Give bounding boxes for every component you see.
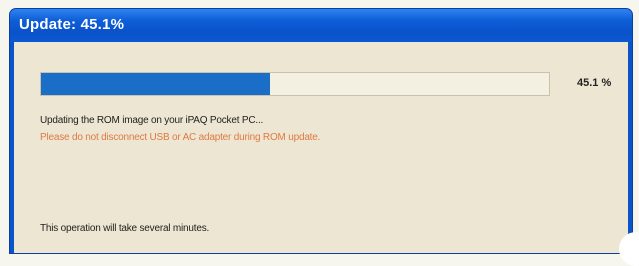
update-dialog: Update: 45.1% 45.1 % Updating the ROM im… bbox=[10, 9, 632, 253]
warning-message: Please do not disconnect USB or AC adapt… bbox=[40, 132, 321, 143]
corner-decoration bbox=[619, 232, 639, 266]
progress-fill bbox=[41, 73, 271, 95]
progress-percent-label: 45.1 % bbox=[577, 77, 612, 89]
progress-bar bbox=[40, 72, 550, 96]
status-message: Updating the ROM image on your iPAQ Pock… bbox=[40, 115, 264, 126]
title-bar[interactable]: Update: 45.1% bbox=[10, 9, 632, 42]
window-title: Update: 45.1% bbox=[19, 16, 125, 33]
dialog-body: 45.1 % Updating the ROM image on your iP… bbox=[14, 42, 628, 253]
duration-note: This operation will take several minutes… bbox=[40, 223, 210, 234]
